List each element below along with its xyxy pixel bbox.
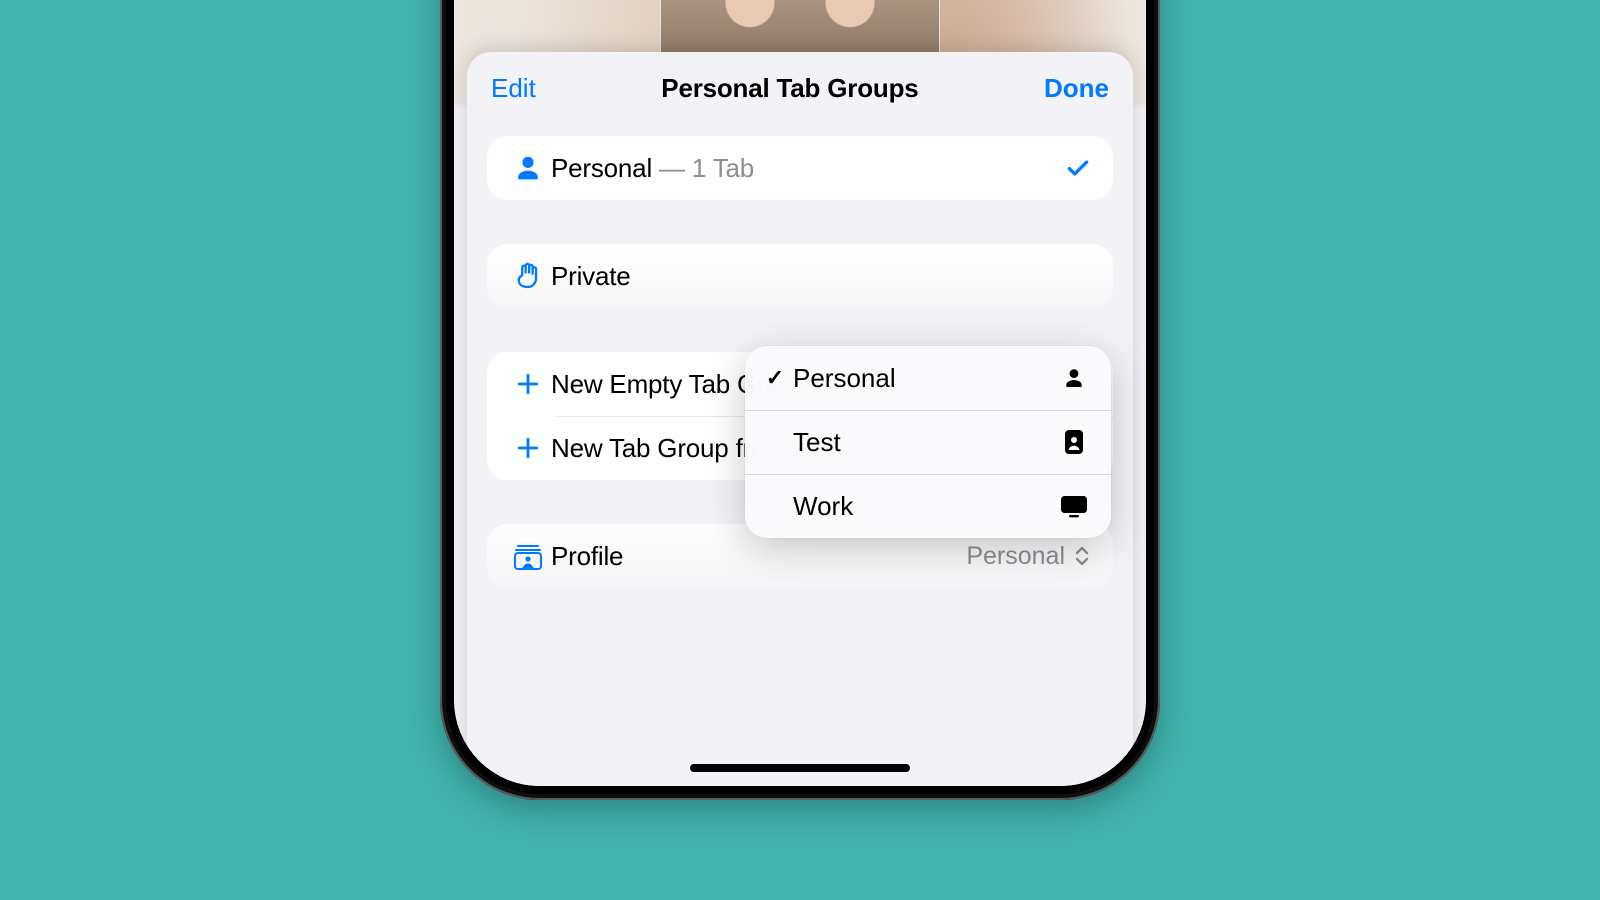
hand-raised-icon	[505, 261, 551, 291]
phone-screen: HOW Edit Personal Tab Groups Done	[454, 0, 1146, 786]
edit-button[interactable]: Edit	[491, 73, 536, 104]
profile-stack-icon	[505, 541, 551, 571]
profile-option-test[interactable]: Test	[745, 410, 1111, 474]
checkmark-icon	[1065, 155, 1091, 181]
chevron-up-down-icon	[1073, 544, 1091, 568]
person-fill-icon	[1059, 367, 1089, 389]
tab-groups-sheet: Edit Personal Tab Groups Done Personal —…	[467, 52, 1133, 786]
sheet-content: Personal — 1 Tab Private	[467, 124, 1133, 588]
tab-group-personal[interactable]: Personal — 1 Tab	[487, 136, 1113, 200]
profile-label: Profile	[551, 541, 623, 572]
menu-item-label: Personal	[789, 363, 1059, 394]
sheet-title: Personal Tab Groups	[661, 73, 918, 104]
phone-frame: HOW Edit Personal Tab Groups Done	[440, 0, 1160, 800]
profile-picker-menu: ✓ Personal Test	[745, 346, 1111, 538]
done-button[interactable]: Done	[1044, 73, 1109, 104]
tab-group-label: Personal — 1 Tab	[551, 153, 754, 184]
menu-item-label: Test	[789, 427, 1059, 458]
menu-item-label: Work	[789, 491, 1059, 522]
sheet-header: Edit Personal Tab Groups Done	[467, 52, 1133, 124]
tab-group-label: Private	[551, 261, 631, 292]
plus-icon	[505, 371, 551, 397]
home-indicator	[690, 764, 910, 772]
person-fill-icon	[505, 154, 551, 182]
profile-value: Personal	[966, 542, 1091, 571]
id-badge-icon	[1059, 429, 1089, 455]
tab-group-private[interactable]: Private	[487, 244, 1113, 308]
checkmark-icon: ✓	[761, 365, 789, 391]
profile-option-work[interactable]: Work	[745, 474, 1111, 538]
profile-option-personal[interactable]: ✓ Personal	[745, 346, 1111, 410]
plus-icon	[505, 435, 551, 461]
display-icon	[1059, 494, 1089, 518]
